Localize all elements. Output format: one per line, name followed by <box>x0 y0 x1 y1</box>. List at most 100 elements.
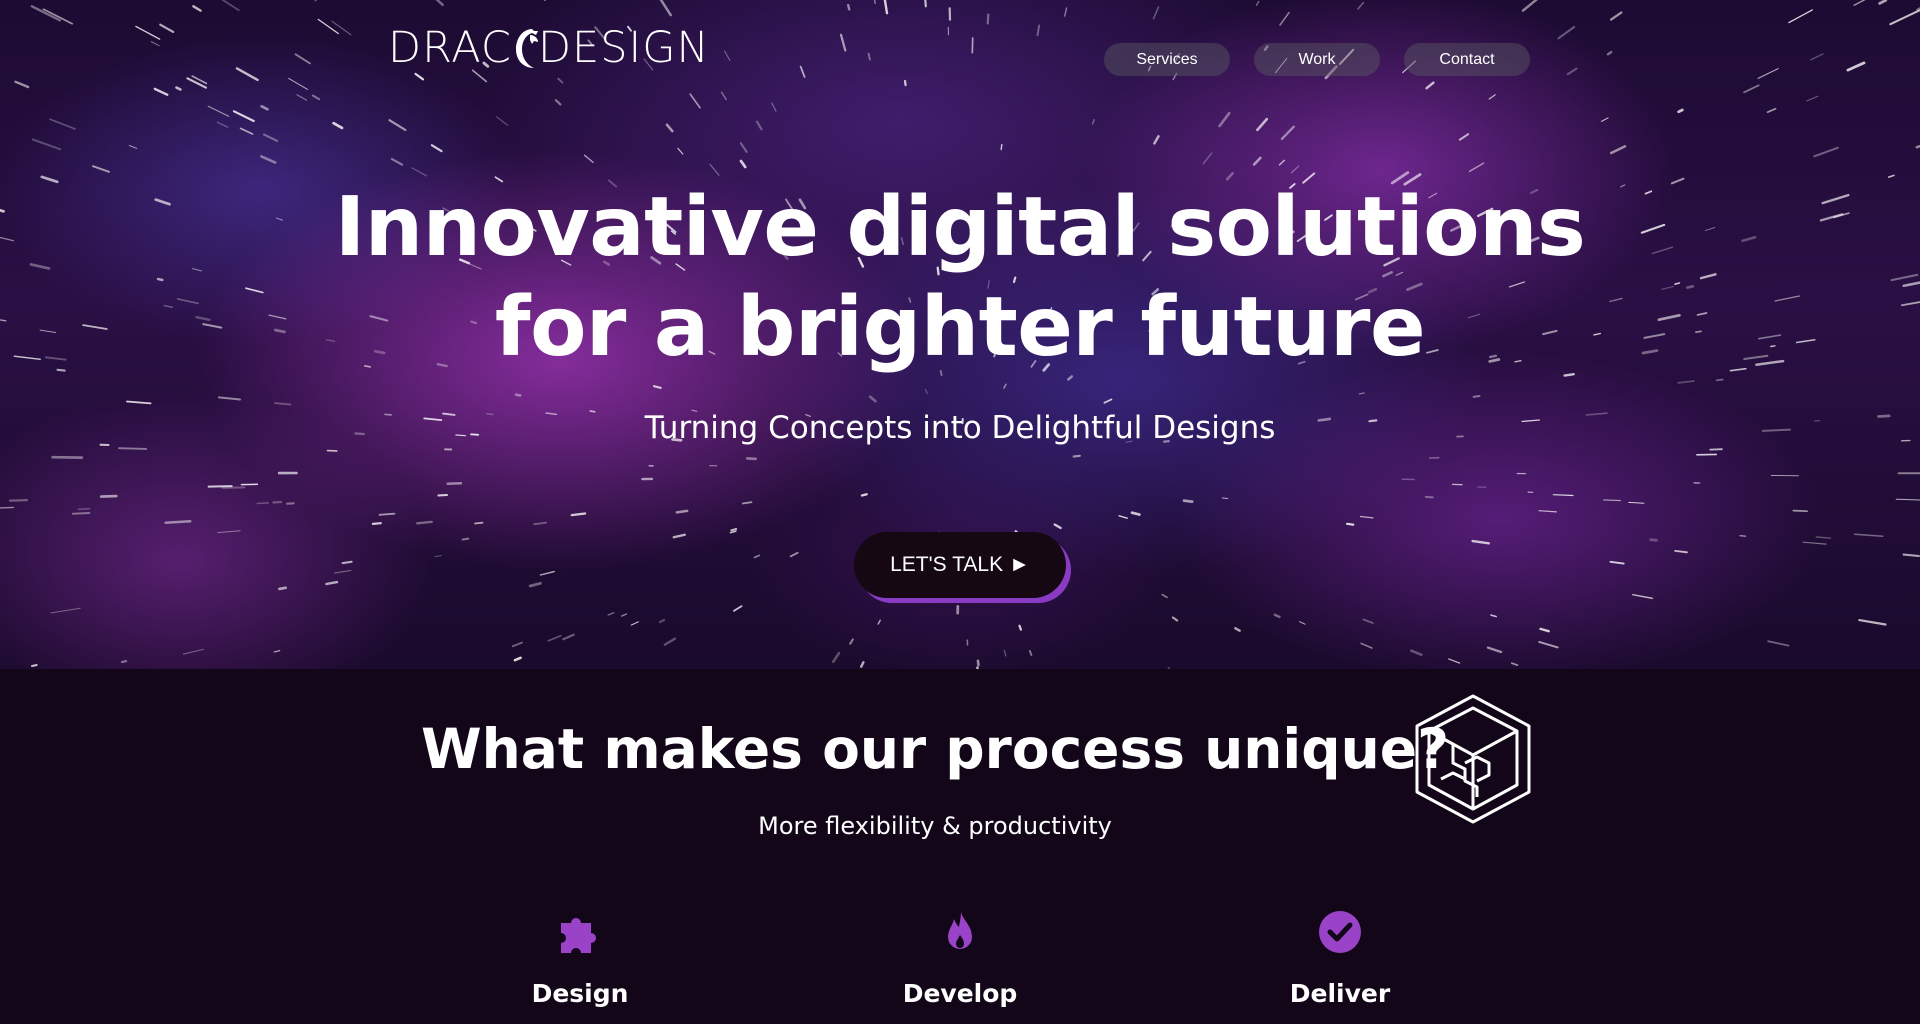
star-streak <box>49 118 76 130</box>
star-streak <box>334 569 352 574</box>
star-streak <box>1358 392 1365 395</box>
star-streak <box>755 120 763 131</box>
star-streak <box>1063 7 1068 17</box>
star-streak <box>539 570 555 576</box>
star-streak <box>1813 146 1839 158</box>
star-streak <box>1252 156 1262 166</box>
star-streak <box>868 395 877 403</box>
star-streak <box>753 554 761 559</box>
star-streak <box>1677 108 1684 114</box>
star-streak <box>1410 649 1423 657</box>
star-streak <box>278 586 287 591</box>
main-nav: Services Work Contact <box>1104 43 1530 76</box>
star-streak <box>1539 627 1550 633</box>
page: DRAC DESIGN Services Work Contact Innova… <box>0 0 1920 1024</box>
star-streak <box>1357 1 1365 10</box>
star-streak <box>120 659 128 664</box>
star-streak <box>1171 616 1179 622</box>
star-streak <box>1161 593 1168 599</box>
star-streak <box>474 521 484 525</box>
step-develop: Develop <box>840 909 1080 1008</box>
star-streak <box>313 0 317 2</box>
star-streak <box>1458 133 1470 141</box>
nav-contact[interactable]: Contact <box>1404 43 1530 76</box>
star-streak <box>92 165 110 173</box>
lets-talk-button[interactable]: LET'S TALK ► <box>854 532 1066 598</box>
process-section: What makes our process unique? More flex… <box>0 669 1920 1024</box>
star-streak <box>207 485 233 488</box>
star-streak <box>1448 658 1461 664</box>
star-streak <box>729 530 737 534</box>
star-streak <box>1739 535 1747 537</box>
star-streak <box>663 637 677 646</box>
star-streak <box>511 641 523 648</box>
step-design: Design <box>460 909 700 1008</box>
nav-services[interactable]: Services <box>1104 43 1230 76</box>
star-streak <box>831 651 841 664</box>
star-streak <box>514 393 522 397</box>
star-streak <box>192 5 202 12</box>
star-streak <box>665 123 674 133</box>
star-streak <box>274 402 292 406</box>
star-streak <box>273 650 281 653</box>
star-streak <box>461 537 470 541</box>
star-streak <box>1290 165 1300 174</box>
star-streak <box>262 133 279 142</box>
star-streak <box>31 138 62 151</box>
star-streak <box>30 5 61 22</box>
star-streak <box>416 520 433 525</box>
star-streak <box>1566 67 1578 76</box>
star-streak <box>1810 53 1824 61</box>
star-streak <box>533 521 548 526</box>
star-streak <box>1425 81 1435 90</box>
star-streak <box>630 621 639 626</box>
star-streak <box>554 99 562 106</box>
star-streak <box>986 13 990 25</box>
star-streak <box>186 77 208 89</box>
star-streak <box>528 581 542 588</box>
star-streak <box>1359 515 1374 519</box>
star-streak <box>924 388 928 394</box>
star-streak <box>1609 560 1625 565</box>
star-streak <box>288 77 309 90</box>
star-streak <box>341 560 353 565</box>
star-streak <box>1902 553 1920 558</box>
star-streak <box>739 159 747 169</box>
star-streak <box>430 144 443 153</box>
star-streak <box>495 116 509 126</box>
star-streak <box>1118 515 1129 519</box>
star-streak <box>1362 618 1374 624</box>
star-streak <box>730 528 738 532</box>
logo-text-left: DRAC <box>388 23 512 73</box>
star-streak <box>1424 495 1434 499</box>
star-streak <box>260 105 269 111</box>
star-streak <box>153 87 169 96</box>
star-streak <box>1628 501 1645 504</box>
star-streak <box>1757 68 1779 79</box>
star-streak <box>50 607 81 614</box>
star-streak <box>1152 6 1160 20</box>
logo-text-right: DESIGN <box>537 23 710 73</box>
star-streak <box>1600 117 1609 122</box>
star-streak <box>1130 511 1141 516</box>
star-streak <box>1153 135 1160 145</box>
star-streak <box>1766 107 1777 114</box>
star-streak <box>658 618 666 624</box>
star-streak <box>77 507 91 510</box>
star-streak <box>839 33 847 52</box>
star-streak <box>388 119 407 132</box>
logo[interactable]: DRAC DESIGN <box>388 22 710 74</box>
lets-talk-label: LET'S TALK <box>890 553 1004 576</box>
star-streak <box>1649 538 1658 542</box>
star-streak <box>0 506 15 509</box>
star-streak <box>1256 117 1269 132</box>
star-streak <box>1674 550 1688 554</box>
star-streak <box>1234 627 1241 632</box>
star-streak <box>217 530 241 534</box>
nav-work[interactable]: Work <box>1254 43 1380 76</box>
star-streak <box>434 555 442 558</box>
star-streak <box>847 3 851 11</box>
star-streak <box>207 105 230 117</box>
star-streak <box>317 18 339 35</box>
star-streak <box>1606 50 1613 56</box>
